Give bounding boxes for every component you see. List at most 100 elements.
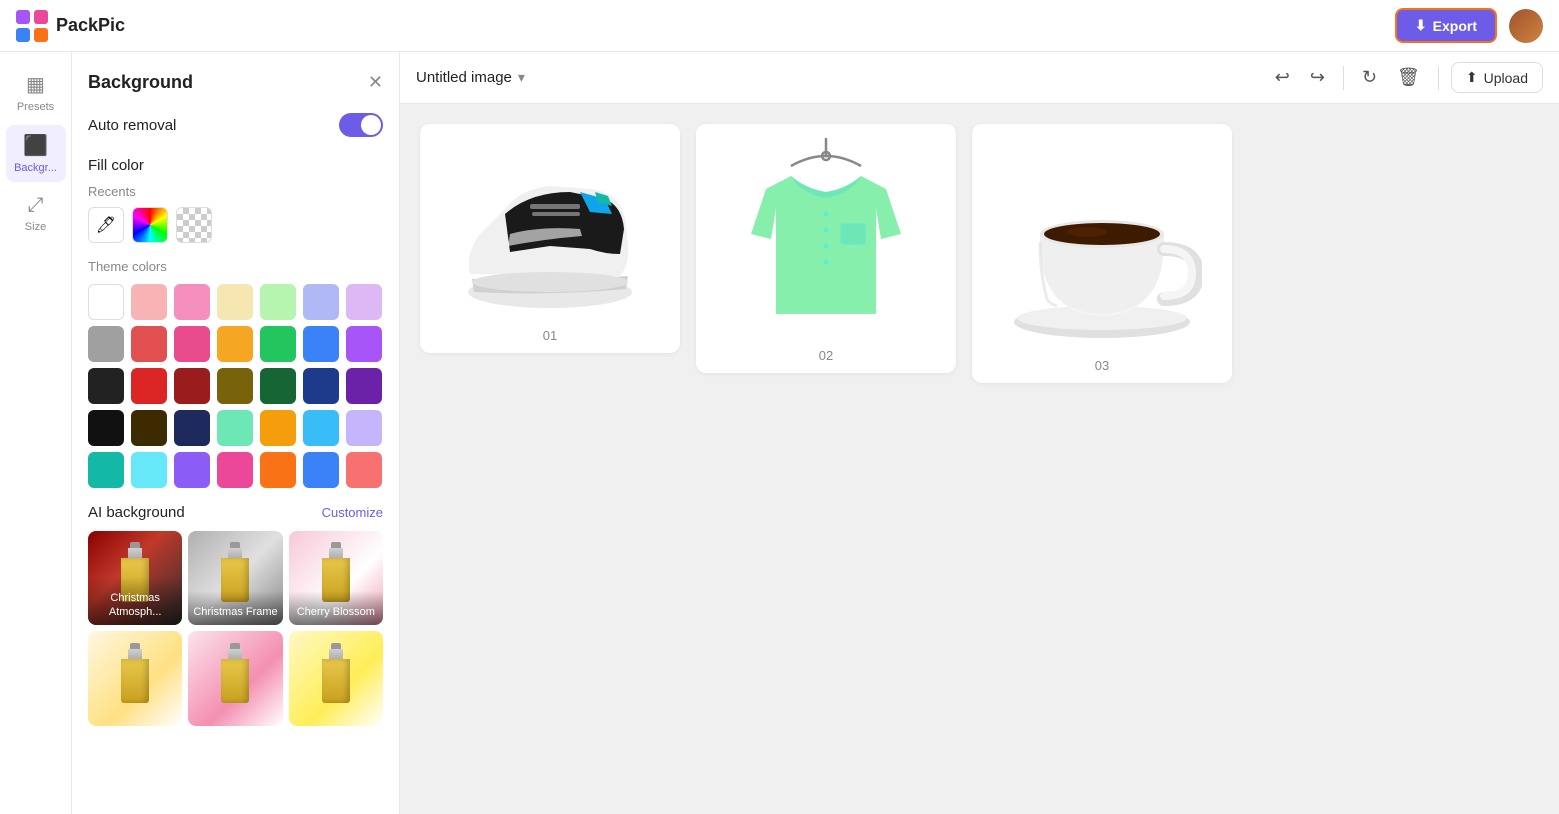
color-swatch-green[interactable] (260, 326, 296, 362)
image-card-01[interactable]: 01 (420, 124, 680, 353)
toolbar-divider (1343, 66, 1344, 90)
color-swatch-light-blue[interactable] (303, 284, 339, 320)
color-swatch-cyan-grad[interactable] (131, 452, 167, 488)
color-swatch-light-green[interactable] (260, 284, 296, 320)
canvas-title-chevron-icon[interactable]: ▾ (518, 69, 525, 86)
shoe-image (450, 134, 650, 314)
image-card-03[interactable]: 03 (972, 124, 1232, 383)
color-swatch-cream[interactable] (217, 284, 253, 320)
card-label-02: 02 (819, 348, 833, 363)
color-swatch-blue-grad[interactable] (303, 452, 339, 488)
ai-bg-item-cherry-blossom[interactable]: Cherry Blossom (289, 531, 383, 625)
color-swatch-dark-green[interactable] (260, 368, 296, 404)
ai-bg-label-christmas-atm: Christmas Atmosph... (88, 577, 182, 626)
auto-removal-toggle[interactable] (339, 113, 383, 137)
undo-button[interactable]: ↩ (1269, 63, 1296, 92)
export-label: Export (1433, 18, 1477, 34)
color-swatch-dark-navy[interactable] (174, 410, 210, 446)
color-swatch-pink-grad[interactable] (217, 452, 253, 488)
card-img-01 (440, 124, 660, 324)
size-label: Size (25, 221, 46, 233)
logo-icon (16, 10, 48, 42)
loop-button[interactable]: ↻ (1356, 63, 1383, 92)
color-swatch-near-black[interactable] (88, 410, 124, 446)
avatar[interactable] (1509, 9, 1543, 43)
color-swatch-white[interactable] (88, 284, 124, 320)
recents-label: Recents (88, 184, 383, 199)
canvas-toolbar: Untitled image ▾ ↩ ↪ ↻ 🗑 ⬆ Upload (400, 52, 1559, 104)
color-swatch-mint[interactable] (217, 410, 253, 446)
panel-header: Background ✕ (88, 72, 383, 93)
color-swatch-navy[interactable] (303, 368, 339, 404)
delete-button[interactable]: 🗑 (1391, 63, 1426, 92)
upload-label: Upload (1484, 70, 1528, 86)
ai-bg-item-flowers1[interactable] (88, 631, 182, 725)
transparent-button[interactable] (176, 207, 212, 243)
sidebar-item-background[interactable]: ⬛ Backgr... (6, 125, 66, 182)
color-swatch-dark-gray[interactable] (88, 368, 124, 404)
color-swatch-purple[interactable] (346, 326, 382, 362)
avatar-image (1509, 9, 1543, 43)
color-swatch-amber[interactable] (260, 410, 296, 446)
main-layout: ▦ Presets ⬛ Backgr... ⤢ Size Background … (0, 52, 1559, 814)
bottle-decoration-flowers2 (221, 643, 249, 703)
ai-bg-header: AI background Customize (88, 504, 383, 521)
image-card-02[interactable]: 02 (696, 124, 956, 373)
left-panel: Background ✕ Auto removal Fill color Rec… (72, 52, 400, 814)
eyedropper-icon: 🖊 (96, 215, 116, 235)
logo: PackPic (16, 10, 125, 42)
export-icon: ⬇ (1415, 17, 1427, 34)
upload-icon: ⬆ (1466, 69, 1478, 86)
sidebar-nav: ▦ Presets ⬛ Backgr... ⤢ Size (0, 52, 72, 814)
ai-bg-grid: Christmas Atmosph...Christmas FrameCherr… (88, 531, 383, 726)
color-swatch-gray[interactable] (88, 326, 124, 362)
ai-bg-item-christmas-frame[interactable]: Christmas Frame (188, 531, 282, 625)
color-tools: 🖊 (88, 207, 383, 243)
color-swatch-hot-pink[interactable] (174, 326, 210, 362)
ai-bg-item-flowers2[interactable] (188, 631, 282, 725)
color-swatch-teal-grad[interactable] (88, 452, 124, 488)
sidebar-item-presets[interactable]: ▦ Presets (6, 64, 66, 121)
size-icon: ⤢ (28, 194, 44, 217)
color-swatch-light-pink[interactable] (131, 284, 167, 320)
color-swatch-maroon[interactable] (174, 368, 210, 404)
color-swatch-red-medium[interactable] (131, 326, 167, 362)
color-swatch-lavender-light[interactable] (346, 284, 382, 320)
bottle-decoration-flowers1 (121, 643, 149, 703)
card-img-02 (716, 124, 936, 344)
panel-close-button[interactable]: ✕ (368, 72, 383, 93)
fill-color-title: Fill color (88, 157, 383, 174)
color-swatch-blue[interactable] (303, 326, 339, 362)
theme-colors-section: Theme colors (88, 259, 383, 488)
ai-bg-title: AI background (88, 504, 185, 521)
color-swatch-gold-black[interactable] (131, 410, 167, 446)
canvas-area: Untitled image ▾ ↩ ↪ ↻ 🗑 ⬆ Upload (400, 52, 1559, 814)
logo-text: PackPic (56, 15, 125, 36)
color-swatch-salmon-grad[interactable] (346, 452, 382, 488)
color-swatch-violet-grad[interactable] (174, 452, 210, 488)
export-button[interactable]: ⬇ Export (1395, 8, 1497, 43)
color-picker-button[interactable] (132, 207, 168, 243)
presets-icon: ▦ (26, 72, 45, 97)
fill-color-section: Fill color Recents 🖊 (88, 157, 383, 243)
ai-bg-item-flowers3[interactable] (289, 631, 383, 725)
eyedropper-button[interactable]: 🖊 (88, 207, 124, 243)
color-swatch-pink[interactable] (174, 284, 210, 320)
color-grid (88, 284, 383, 488)
color-swatch-sky-blue[interactable] (303, 410, 339, 446)
customize-link[interactable]: Customize (322, 505, 383, 520)
color-swatch-dark-purple[interactable] (346, 368, 382, 404)
auto-removal-label: Auto removal (88, 117, 176, 134)
toggle-knob (361, 115, 381, 135)
ai-bg-label-christmas-frame: Christmas Frame (188, 591, 282, 625)
color-swatch-olive[interactable] (217, 368, 253, 404)
color-swatch-peach-grad[interactable] (260, 452, 296, 488)
sidebar-item-size[interactable]: ⤢ Size (6, 186, 66, 241)
upload-button[interactable]: ⬆ Upload (1451, 62, 1543, 93)
redo-button[interactable]: ↪ (1304, 63, 1331, 92)
color-swatch-soft-lavender[interactable] (346, 410, 382, 446)
color-swatch-crimson[interactable] (131, 368, 167, 404)
ai-bg-item-christmas-atm[interactable]: Christmas Atmosph... (88, 531, 182, 625)
color-swatch-orange[interactable] (217, 326, 253, 362)
toolbar-divider-2 (1438, 66, 1439, 90)
